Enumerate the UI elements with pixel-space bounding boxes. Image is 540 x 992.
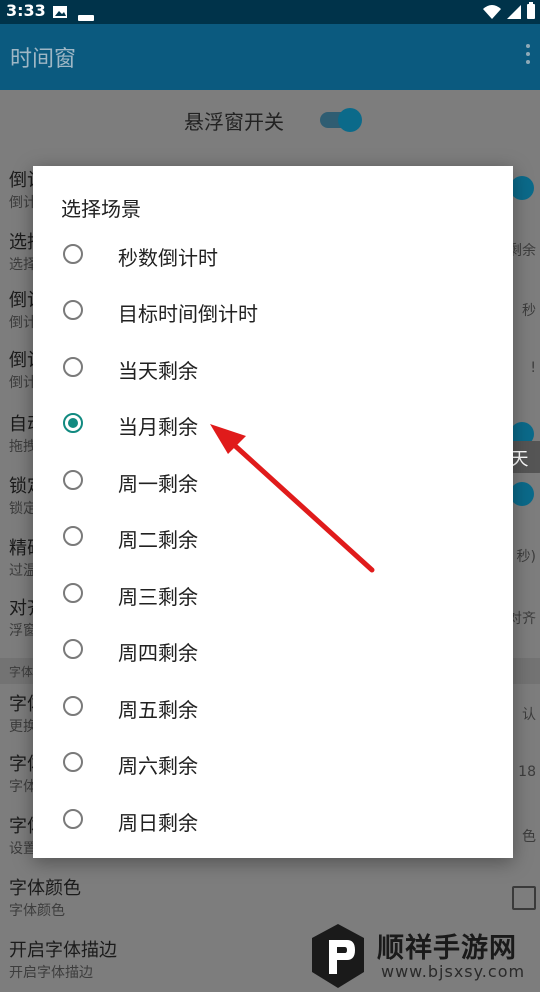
option-friday-remaining[interactable]: 周五剩余 — [33, 681, 513, 737]
app-title: 时间窗 — [10, 47, 77, 72]
radio-button[interactable] — [63, 470, 83, 490]
settings-value: ! — [530, 360, 536, 376]
annotation-arrow — [210, 424, 375, 573]
settings-value: 秒 — [522, 303, 536, 319]
app-bar: 时间窗 — [0, 24, 540, 90]
wifi-icon — [482, 4, 502, 24]
overflow-menu-icon[interactable] — [526, 44, 532, 68]
radio-button[interactable] — [63, 244, 83, 264]
radio-button[interactable] — [63, 526, 83, 546]
radio-button[interactable] — [63, 583, 83, 603]
option-sunday-remaining[interactable]: 周日剩余 — [33, 794, 513, 850]
option-day-remaining[interactable]: 当天剩余 — [33, 342, 513, 398]
font-color-checkbox[interactable] — [512, 886, 536, 910]
option-target-time-countdown[interactable]: 目标时间倒计时 — [33, 285, 513, 341]
settings-value: 色 — [522, 829, 536, 845]
radio-button[interactable] — [63, 696, 83, 716]
settings-value: 18 — [518, 764, 536, 780]
radio-button[interactable] — [63, 639, 83, 659]
watermark-url: www.bjsxsy.com — [381, 962, 526, 981]
site-watermark: 顺祥手游网 www.bjsxsy.com — [305, 918, 540, 992]
floating-window-toggle-label: 悬浮窗开关 — [184, 110, 284, 134]
radio-button[interactable] — [63, 752, 83, 772]
brand-logo-icon — [312, 924, 364, 988]
option-seconds-countdown[interactable]: 秒数倒计时 — [33, 229, 513, 285]
status-bar: 3:33 — [0, 0, 540, 24]
floating-window-toggle-row[interactable]: 悬浮窗开关 — [0, 90, 540, 150]
status-time: 3:33 — [6, 1, 46, 20]
cell-signal-icon — [506, 4, 522, 24]
radio-button-selected[interactable] — [63, 413, 83, 433]
radio-button[interactable] — [63, 357, 83, 377]
battery-icon — [526, 2, 536, 24]
dialog-title: 选择场景 — [61, 197, 141, 221]
option-saturday-remaining[interactable]: 周六剩余 — [33, 737, 513, 793]
watermark-brand: 顺祥手游网 — [377, 933, 517, 964]
floating-window-switch[interactable] — [320, 108, 362, 132]
settings-value: 认 — [522, 707, 536, 723]
option-thursday-remaining[interactable]: 周四剩余 — [33, 624, 513, 680]
settings-value: 秒) — [516, 549, 536, 565]
image-notification-icon — [52, 4, 68, 24]
radio-button[interactable] — [63, 809, 83, 829]
radio-button[interactable] — [63, 300, 83, 320]
